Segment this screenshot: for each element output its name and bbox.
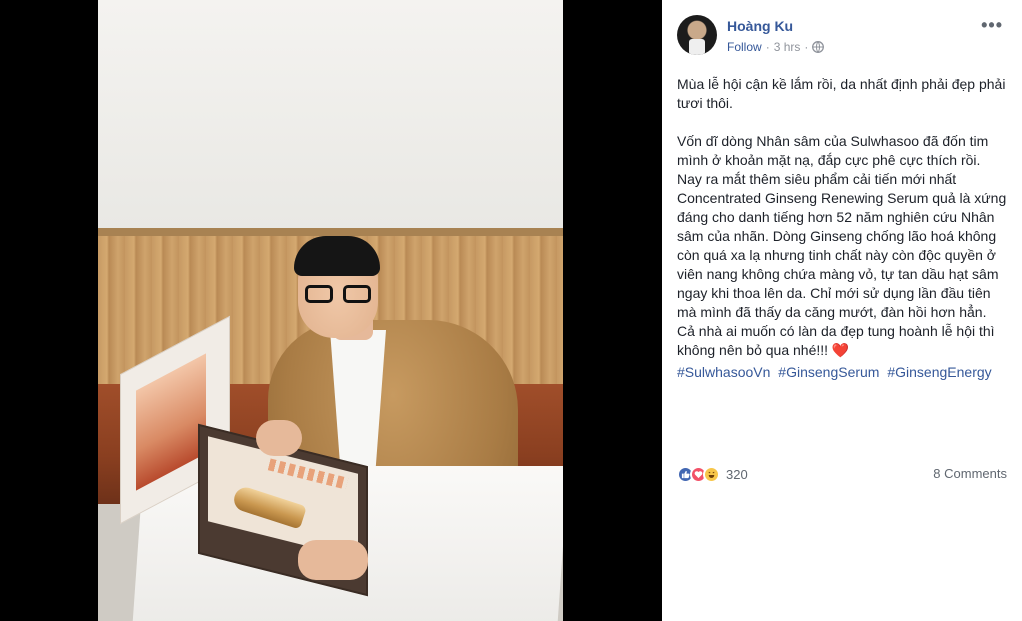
heart-emoji: ❤️ [831,342,850,358]
meta-separator: · [765,40,770,54]
post-paragraph-text: Vốn dĩ dòng Nhân sâm của Sulwhasoo đã đố… [677,133,1007,358]
hashtags: #SulwhasooVn #GinsengSerum #GinsengEnerg… [677,364,996,380]
hashtag-link[interactable]: #GinsengEnergy [887,364,991,380]
photo-wood-rail [98,228,563,236]
author-name[interactable]: Hoàng Ku [727,18,793,34]
post-photo[interactable] [98,0,563,621]
follow-link[interactable]: Follow [727,40,762,54]
hashtag-link[interactable]: #SulwhasooVn [677,364,770,380]
meta-separator: · [804,40,809,54]
post-text: Mùa lễ hội cận kề lắm rồi, da nhất định … [677,75,1007,379]
hashtag-link[interactable]: #GinsengSerum [778,364,879,380]
post-paragraph: Mùa lễ hội cận kề lắm rồi, da nhất định … [677,76,1006,111]
post-header: Hoàng Ku Follow · 3 hrs · ••• [677,15,1007,59]
post-meta: Follow · 3 hrs · [727,40,825,54]
more-options-icon[interactable]: ••• [981,15,1003,36]
post-panel: Hoàng Ku Follow · 3 hrs · ••• Mùa lễ hội… [662,0,1022,621]
photo-hand-left [256,420,302,456]
photo-person-hair [294,236,380,276]
photo-glasses [305,285,373,305]
photo-wall [98,0,563,232]
haha-icon [703,465,720,483]
reaction-count[interactable]: 320 [726,467,748,482]
photo-viewer [0,0,662,621]
avatar[interactable] [677,15,717,55]
globe-icon[interactable] [812,41,825,53]
post-timestamp[interactable]: 3 hrs [774,40,801,54]
comments-count-link[interactable]: 8 Comments [933,466,1007,481]
photo-hand-right [298,540,368,580]
post-paragraph: Vốn dĩ dòng Nhân sâm của Sulwhasoo đã đố… [677,132,1007,360]
